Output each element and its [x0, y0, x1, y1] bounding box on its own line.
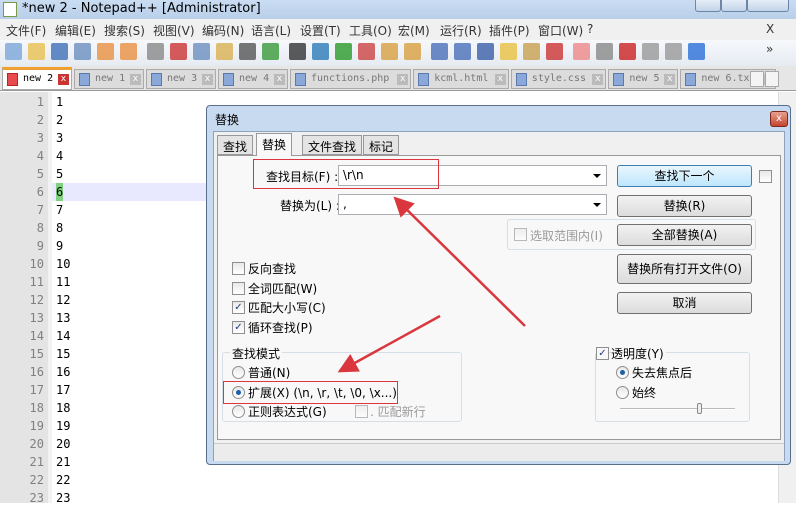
arrow-to-extended [337, 314, 441, 373]
arrow-to-find [393, 196, 526, 327]
annotation-arrows [337, 196, 526, 373]
tab-replace[interactable]: 替换 [256, 133, 293, 156]
